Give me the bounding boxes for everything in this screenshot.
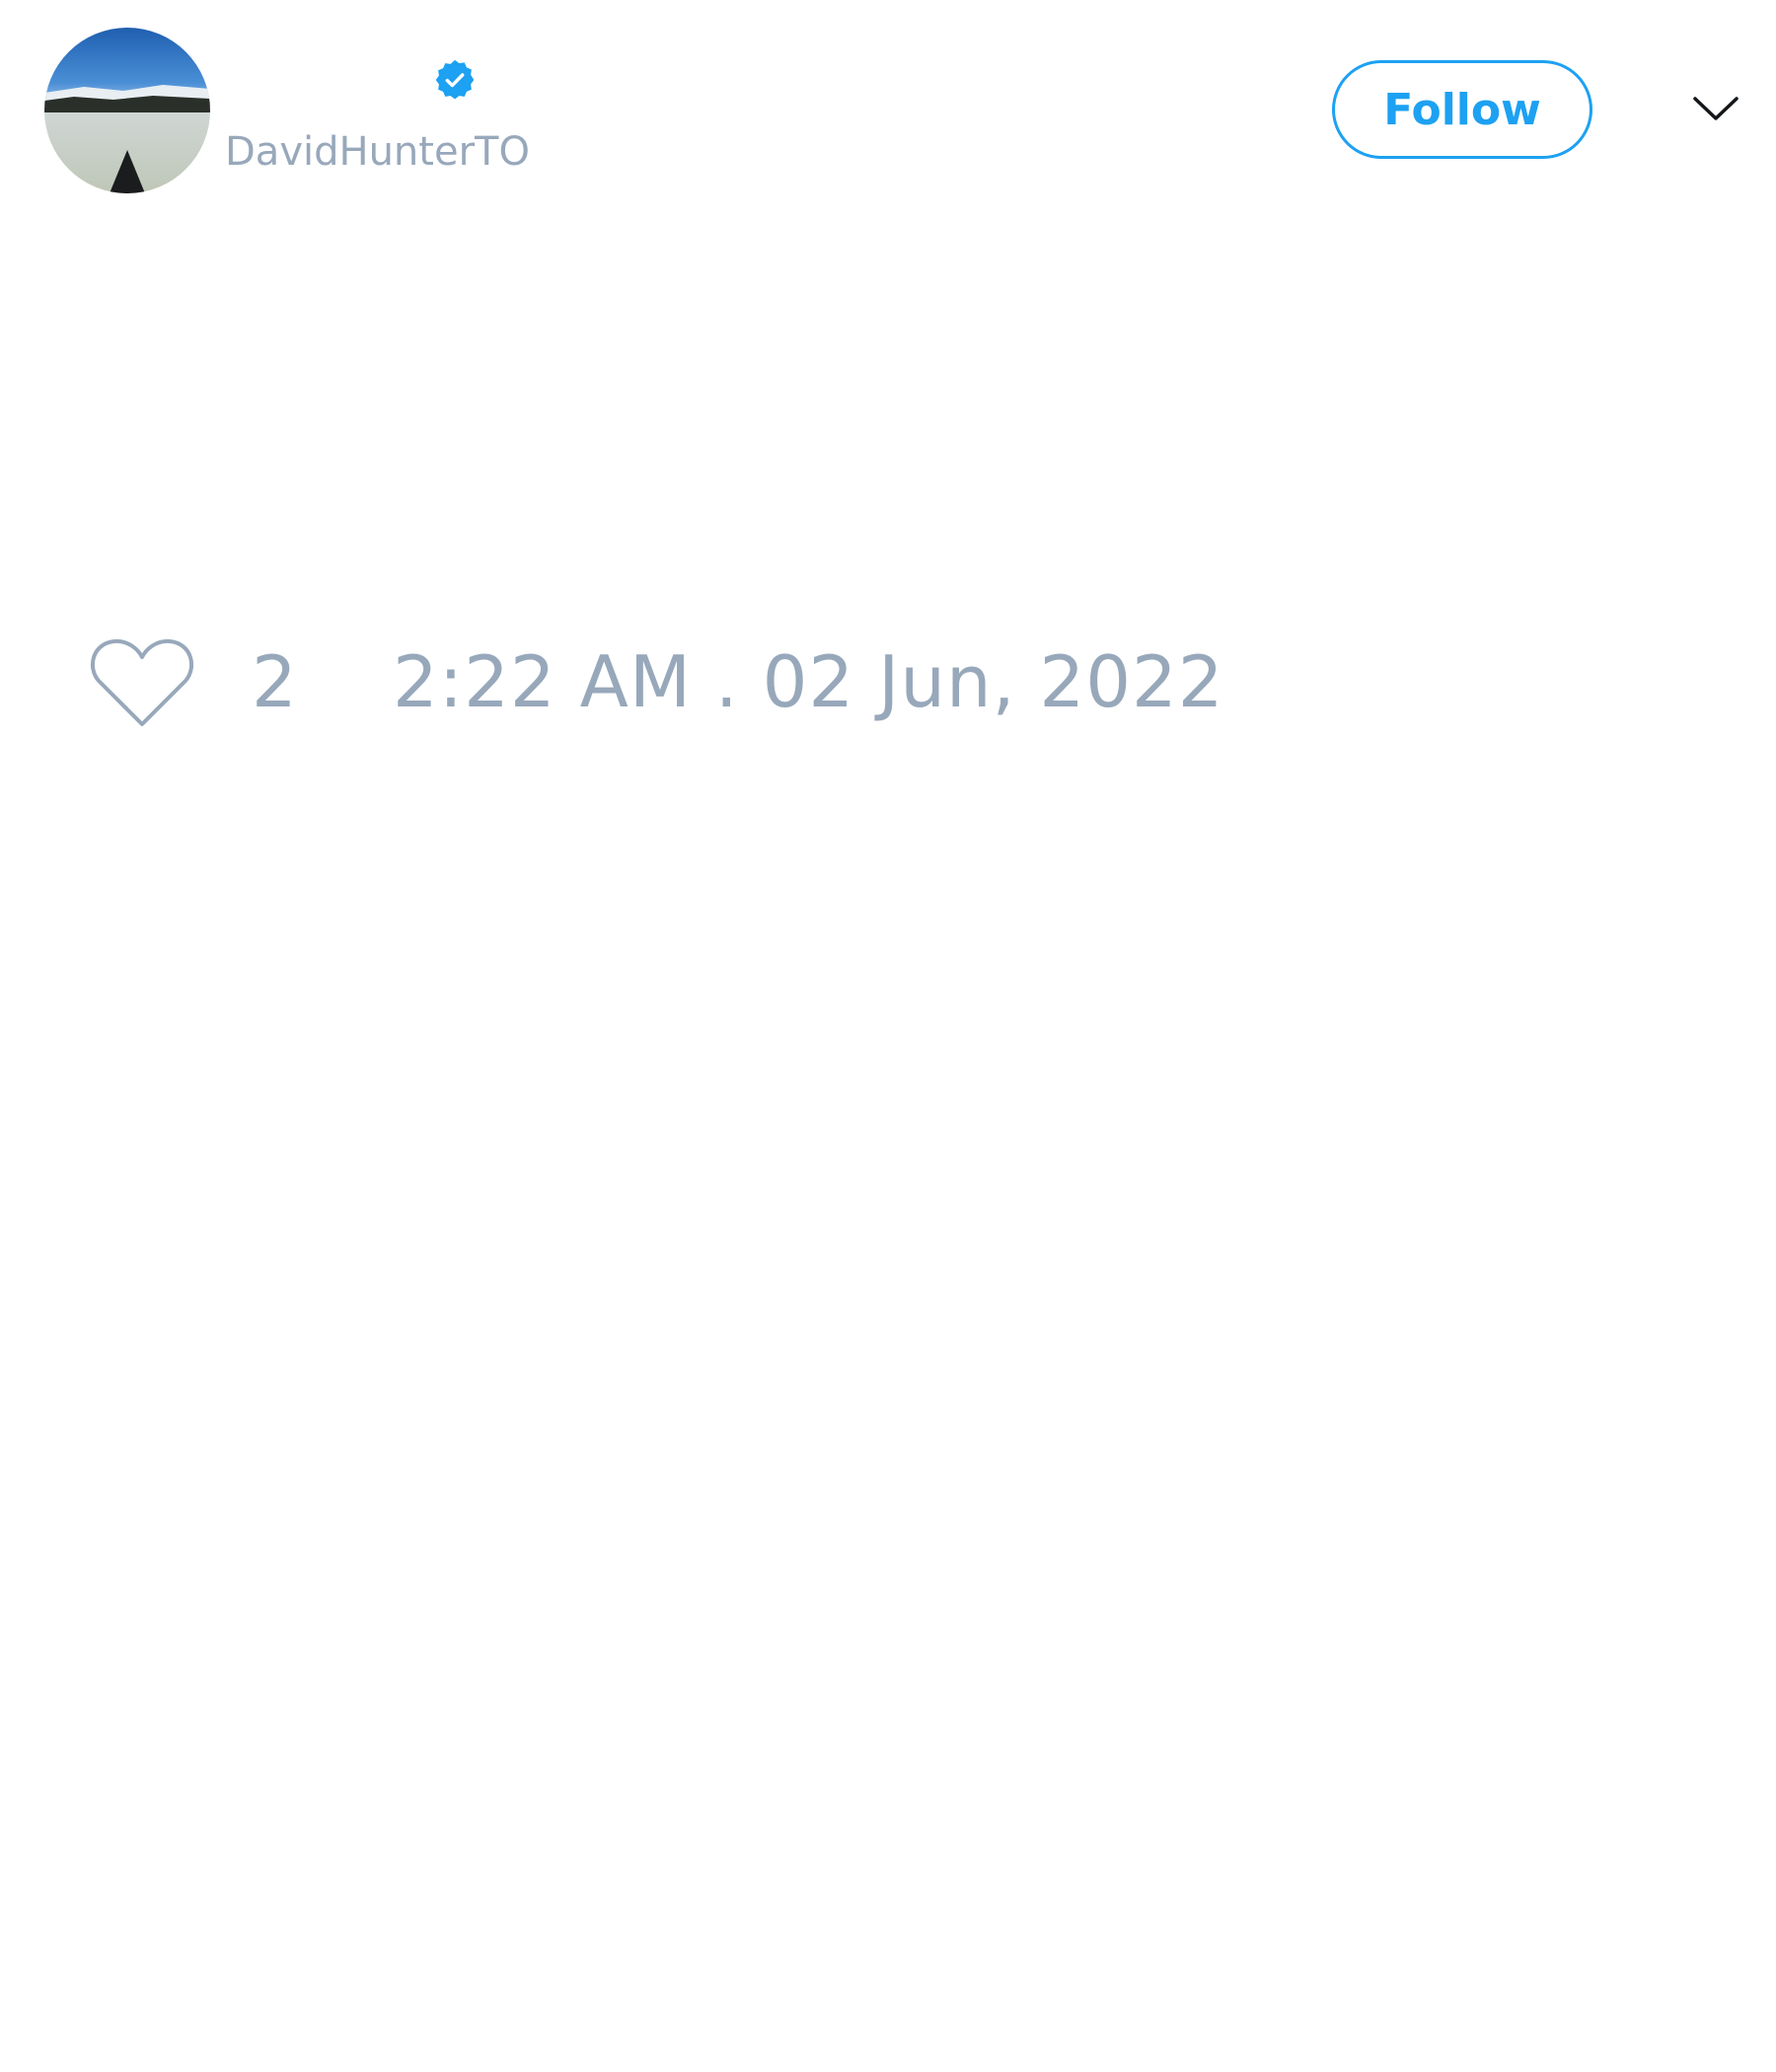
heart-icon[interactable] <box>89 635 195 730</box>
follow-button[interactable]: Follow <box>1332 60 1592 159</box>
chevron-down-icon[interactable] <box>1691 91 1740 126</box>
avatar-photo <box>44 28 210 193</box>
tweet-timestamp[interactable]: 2:22 AM . 02 Jun, 2022 <box>393 639 1224 724</box>
like-count: 2 <box>252 640 297 723</box>
tweet-card: DavidHunterTO Follow 2 2:22 AM . 02 Jun,… <box>0 0 1776 2072</box>
avatar[interactable] <box>44 28 210 193</box>
verified-badge-icon <box>435 59 475 100</box>
user-handle[interactable]: DavidHunterTO <box>225 126 530 178</box>
